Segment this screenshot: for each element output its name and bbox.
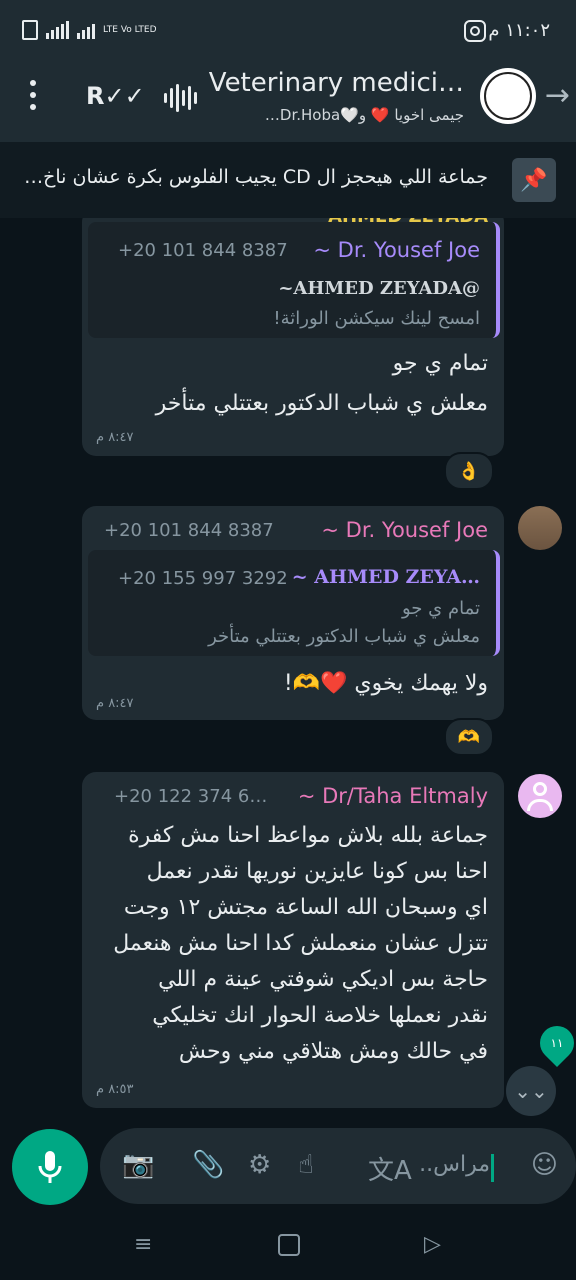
message-line: احنا بس كونا عايزين نوريها نقدر نعمل (146, 859, 488, 884)
message-phone: +20 101 844 8387 (104, 520, 274, 541)
quote-phone: +20 155 997 3292 (118, 568, 288, 589)
emoji-icon[interactable]: ☺ (531, 1150, 558, 1180)
message-line: حاجة بس اديكي شوفتي عينة م اللي (158, 967, 488, 992)
more-options-icon[interactable] (26, 80, 40, 110)
message-line: اي وسبحان الله الساعة مجتش ١٢ وجت (123, 895, 488, 920)
quote-phone: +20 101 844 8387 (118, 240, 288, 261)
pin-icon: 📌 (512, 158, 556, 202)
status-bar: LTE Vo LTED ١١:٠٢ م (0, 0, 576, 60)
home-icon[interactable] (278, 1234, 300, 1256)
gear-icon[interactable]: ⚙ (248, 1150, 271, 1180)
message-line: معلش ي شباب الدكتور بعتتلي متأخر (155, 391, 488, 416)
quote-line: تمام ي جو (401, 598, 480, 619)
message-bubble[interactable]: ~ Dr. Yousef Joe +20 101 844 8387 ~ AHME… (82, 506, 504, 720)
input-text: مراس.. (419, 1152, 490, 1177)
quote-line: معلش ي شباب الدكتور بعتتلي متأخر (208, 626, 480, 647)
status-left: LTE Vo LTED (22, 20, 157, 40)
signal-2-icon (77, 21, 95, 39)
system-nav-bar: ≡ ▷ (0, 1210, 576, 1280)
chat-header: R✓✓ Veterinary medici… جيمى اخويا ❤️ و🤍D… (0, 60, 576, 142)
message-input[interactable]: 📷 📎 ⚙ ☝ 文A مراس.. ☺ (100, 1128, 576, 1204)
attach-icon[interactable]: 📎 (192, 1150, 224, 1180)
scroll-down-icon[interactable]: ⌄⌄ (506, 1066, 556, 1116)
quoted-message[interactable]: ~ Dr. Yousef Joe +20 101 844 8387 ~AHMED… (88, 222, 500, 338)
signal-icon (46, 21, 69, 39)
message-line: ولا يهمك يخوي ❤️🫶! (283, 671, 488, 696)
text-caret (491, 1154, 494, 1182)
translate-icon[interactable]: 文A (368, 1150, 412, 1187)
quoted-message[interactable]: ~ AHMED ZEYA… +20 155 997 3292 تمام ي جو… (88, 550, 500, 656)
message-sender: ~ Dr. Yousef Joe (321, 518, 488, 542)
chat-area[interactable]: AHMED ZEYADA ~ Dr. Yousef Joe +20 101 84… (0, 218, 576, 1126)
message-line: جماعة بلله بلاش مواعظ احنا مش كفرة (128, 823, 488, 848)
recents-icon[interactable]: ≡ (134, 1232, 152, 1257)
message-bubble[interactable]: AHMED ZEYADA ~ Dr. Yousef Joe +20 101 84… (82, 218, 504, 456)
message-time: ٨:٤٧ م (96, 430, 134, 445)
message-line: نقدر نعملها خلاصة الحوار انك تخليكي (152, 1003, 488, 1028)
group-title[interactable]: Veterinary medici… (209, 68, 464, 98)
message-phone: +20 122 374 6… (114, 786, 268, 807)
mic-icon (38, 1151, 62, 1183)
quote-sender: ~ AHMED ZEYA… (291, 566, 480, 588)
voice-chat-icon[interactable] (164, 84, 197, 112)
status-time: ١١:٠٢ م (488, 20, 550, 41)
pinned-message[interactable]: جماعة اللي هيحجز ال CD يجيب الفلوس بكرة … (0, 142, 576, 218)
composer: 📷 📎 ⚙ ☝ 文A مراس.. ☺ (0, 1126, 576, 1210)
mic-button[interactable] (12, 1129, 88, 1205)
quote-sender: ~ Dr. Yousef Joe (313, 238, 480, 262)
message-time: ٨:٤٧ م (96, 696, 134, 711)
network-label: LTE Vo LTED (103, 25, 157, 35)
read-receipts-icon[interactable]: R✓✓ (86, 82, 145, 110)
instagram-icon (464, 20, 486, 42)
reaction-badge[interactable]: 🫶 (444, 718, 494, 756)
pinned-text: جماعة اللي هيحجز ال CD يجيب الفلوس بكرة … (24, 166, 488, 188)
message-line: تمام ي جو (392, 351, 488, 376)
reaction-badge[interactable]: 👌 (444, 452, 494, 490)
back-arrow-icon[interactable]: → (545, 78, 570, 113)
unread-count-badge[interactable]: ١١ (532, 1018, 576, 1068)
touch-icon[interactable]: ☝ (298, 1150, 314, 1180)
quote-text: امسح لينك سيكشن الوراثة! (273, 308, 480, 329)
message-line: في حالك ومش هتلاقي مني وحش (178, 1039, 488, 1064)
message-bubble[interactable]: ~ Dr/Taha Eltmaly +20 122 374 6… جماعة ب… (82, 772, 504, 1108)
back-icon[interactable]: ▷ (424, 1232, 441, 1257)
quote-mention: ~AHMED ZEYADA@ (278, 278, 480, 299)
message-sender: ~ Dr/Taha Eltmaly (297, 784, 488, 808)
message-line: تتزل عشان منعملش كدا احنا مش هنعمل (113, 931, 488, 956)
group-subtitle[interactable]: جيمى اخويا ❤️ و🤍Dr.Hoba… (265, 106, 464, 124)
sim-icon (22, 20, 38, 40)
sender-avatar[interactable] (518, 506, 562, 550)
default-avatar-icon[interactable] (518, 774, 562, 818)
group-avatar[interactable] (480, 68, 536, 124)
camera-icon[interactable]: 📷 (122, 1150, 154, 1180)
message-time: ٨:٥٣ م (96, 1082, 134, 1097)
